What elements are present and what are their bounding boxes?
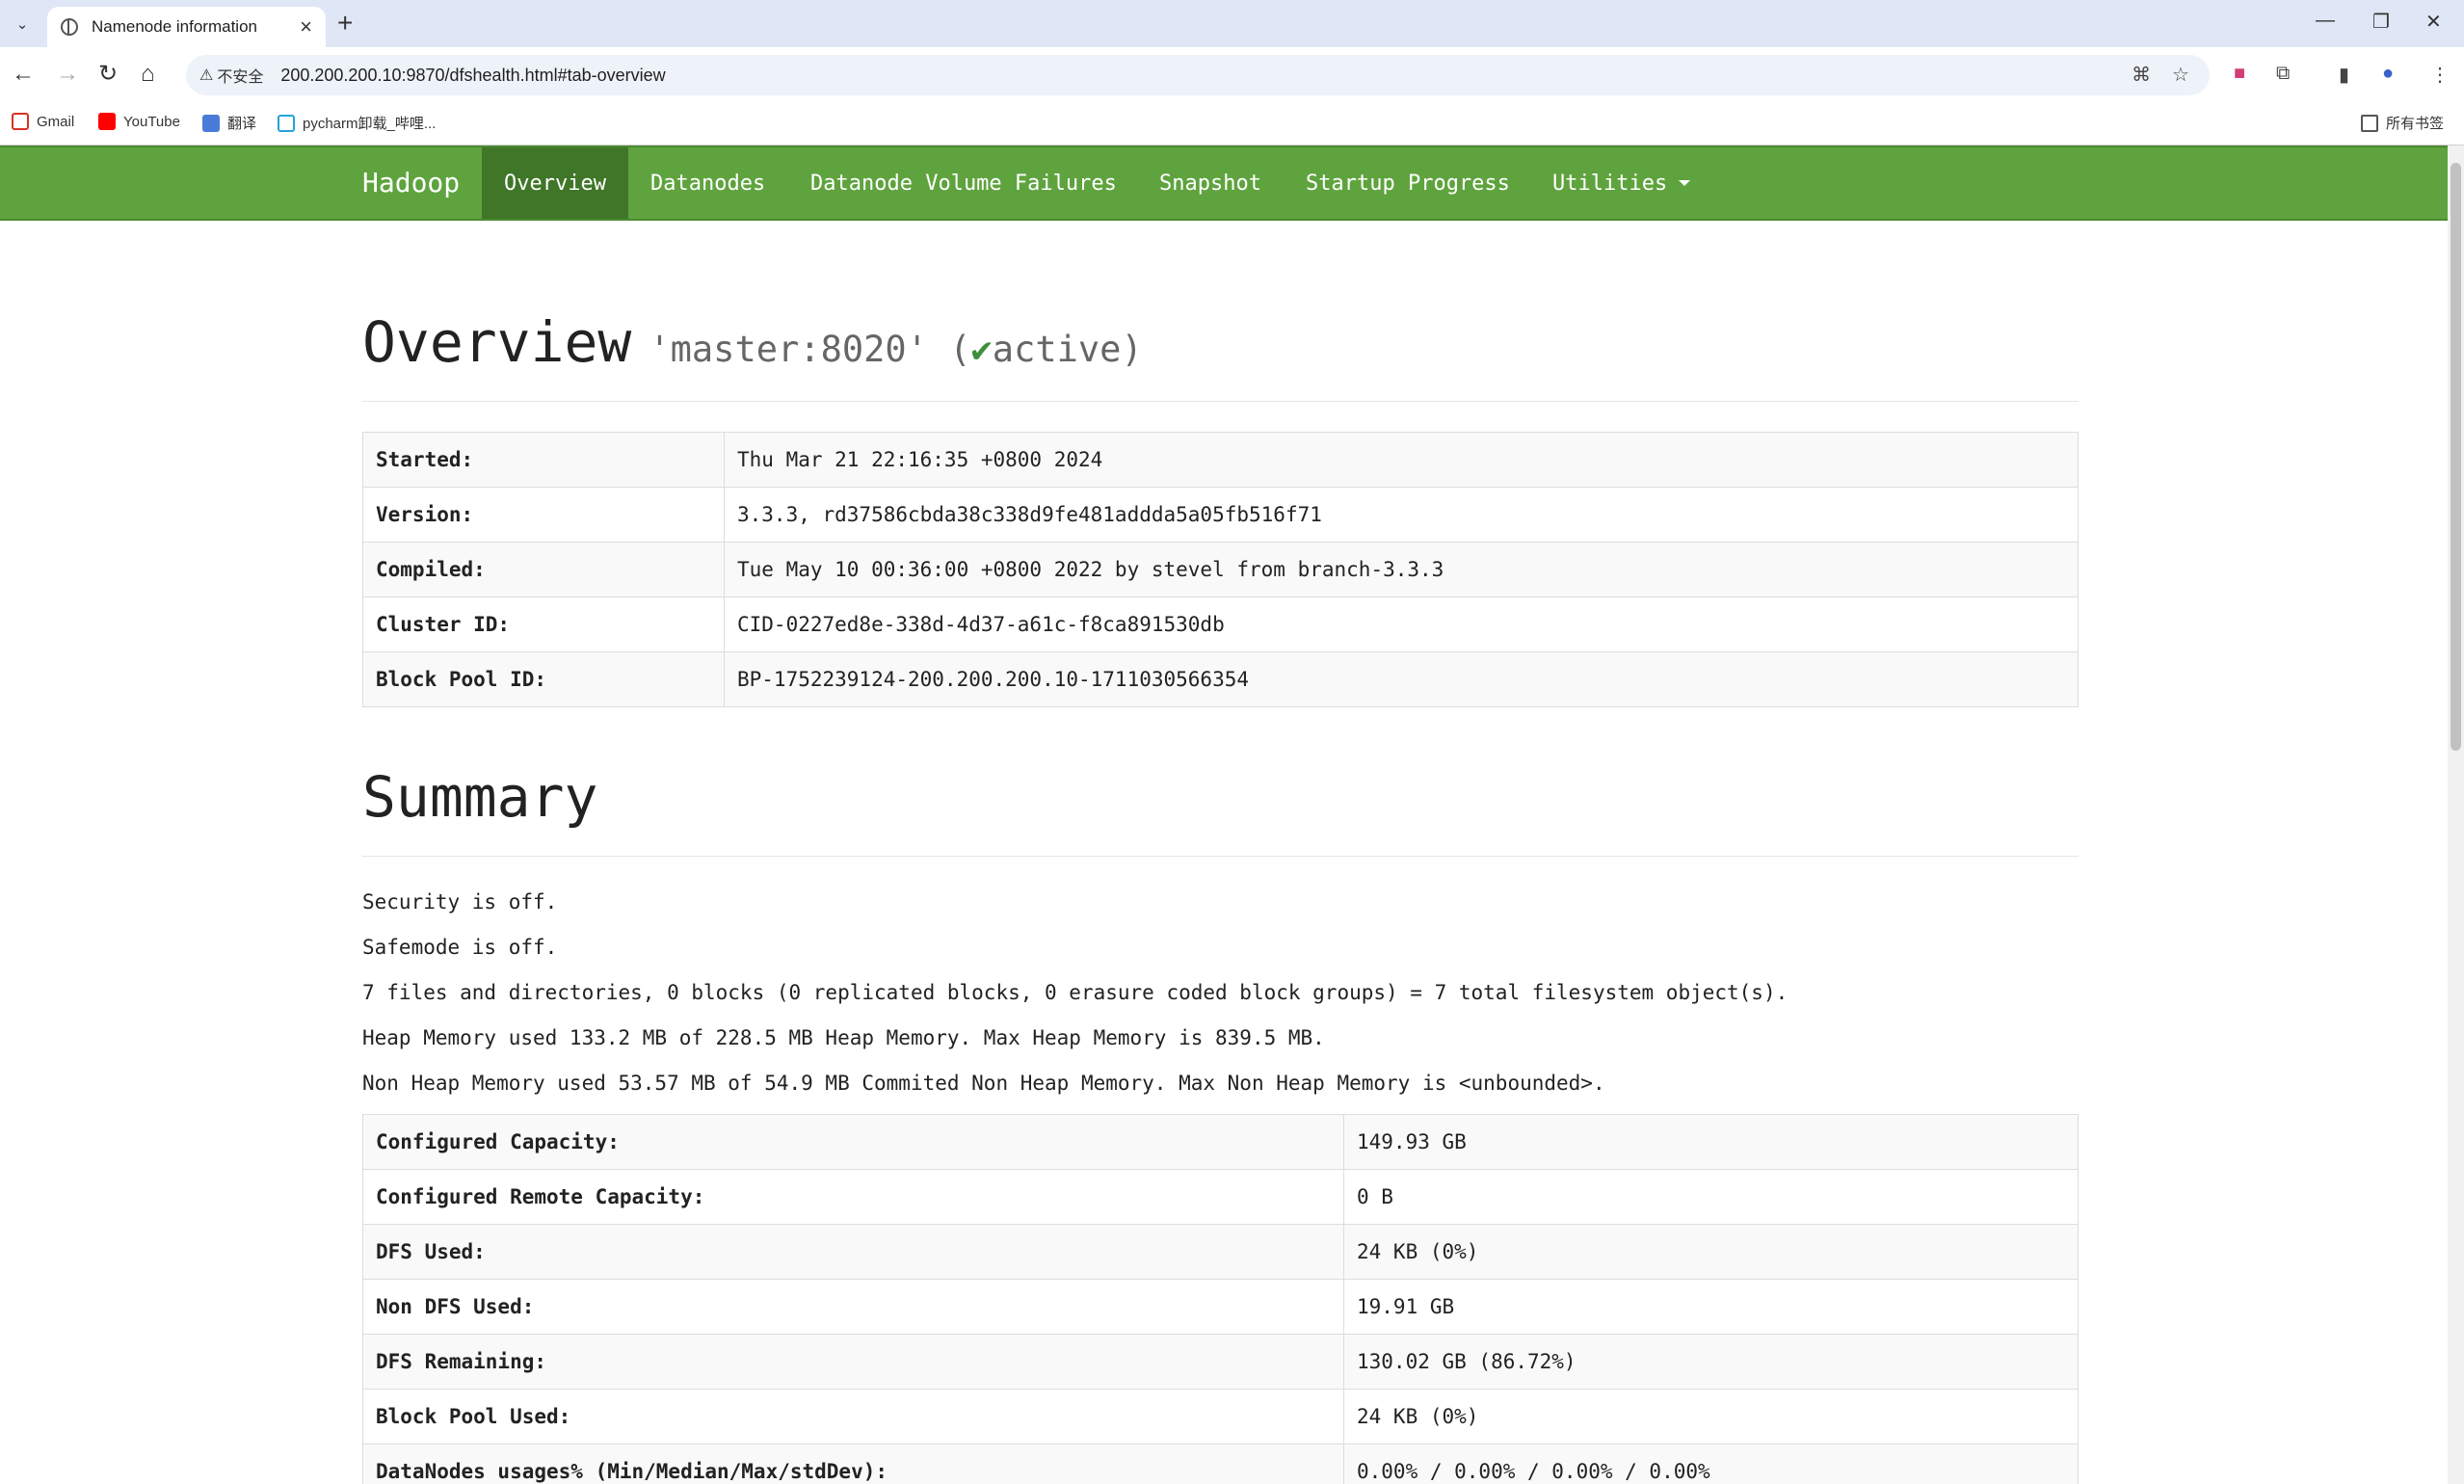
- translate-icon[interactable]: ⌘: [2132, 63, 2151, 87]
- overview-host: 'master:8020' (✔active): [649, 329, 1143, 370]
- bookmark-pycharm[interactable]: pycharm卸载_哔哩...: [278, 113, 436, 133]
- warning-triangle-icon[interactable]: ⚠: [199, 66, 213, 85]
- table-row: Version: 3.3.3, rd37586cbda38c338d9fe481a…: [362, 487, 2079, 543]
- bookmark-gmail[interactable]: Gmail: [12, 113, 74, 130]
- scrollbar-thumb[interactable]: [2451, 163, 2461, 751]
- nav-utilities[interactable]: Utilities: [1530, 147, 1712, 219]
- reload-icon[interactable]: ↻: [98, 61, 118, 88]
- back-arrow-icon[interactable]: ←: [12, 61, 35, 88]
- table-row: Configured Remote Capacity: 0 B: [362, 1169, 2079, 1225]
- bilibili-icon: [278, 114, 295, 132]
- hadoop-navbar: Hadoop Overview Datanodes Datanode Volum…: [0, 146, 2448, 221]
- globe-icon: [61, 18, 78, 36]
- all-bookmarks[interactable]: 所有书签: [2361, 113, 2444, 133]
- nav-datanodes[interactable]: Datanodes: [628, 147, 787, 219]
- browser-toolbar: ← → ↻ ⌂ ⚠ 不安全 200.200.200.10:9870/dfshea…: [0, 47, 2464, 103]
- bookmark-translate[interactable]: 翻译: [202, 113, 256, 133]
- browser-tabstrip: ⌄ Namenode information × + — ❐ ✕: [0, 0, 2464, 47]
- profile-avatar-icon[interactable]: ●: [2382, 63, 2394, 85]
- menu-kebab-icon[interactable]: ⋮: [2430, 63, 2450, 87]
- minimize-icon[interactable]: —: [2316, 10, 2335, 32]
- page-viewport: Hadoop Overview Datanodes Datanode Volum…: [0, 146, 2448, 1484]
- table-row: DataNodes usages% (Min/Median/Max/stdDev…: [362, 1444, 2079, 1484]
- check-icon: ✔: [970, 329, 993, 370]
- heap-memory: Heap Memory used 133.2 MB of 228.5 MB He…: [362, 1026, 1325, 1049]
- browser-tab[interactable]: Namenode information ×: [47, 7, 326, 47]
- table-row: DFS Used: 24 KB (0%): [362, 1224, 2079, 1280]
- restore-icon[interactable]: ❐: [2372, 10, 2390, 34]
- page-scrollbar[interactable]: [2448, 146, 2464, 1484]
- youtube-icon: [98, 113, 116, 130]
- table-row: Cluster ID: CID-0227ed8e-338d-4d37-a61c-f…: [362, 596, 2079, 652]
- overview-table: Started: Thu Mar 21 22:16:35 +0800 2024 V…: [362, 432, 2079, 707]
- table-row: Non DFS Used: 19.91 GB: [362, 1279, 2079, 1335]
- translate-bookmark-icon: [202, 114, 220, 132]
- overview-divider: [362, 401, 2079, 402]
- tab-search-chevron-icon[interactable]: ⌄: [10, 12, 35, 37]
- caret-down-icon: [1679, 180, 1691, 186]
- table-row: Block Pool Used: 24 KB (0%): [362, 1389, 2079, 1444]
- overview-state: active): [992, 329, 1143, 370]
- new-tab-plus-icon[interactable]: +: [337, 10, 353, 37]
- overview-title: Overview: [362, 309, 632, 375]
- overview-heading: Overview 'master:8020' (✔active): [362, 309, 1143, 375]
- summary-heading: Summary: [362, 764, 598, 830]
- home-icon[interactable]: ⌂: [141, 61, 155, 88]
- table-row: DFS Remaining: 130.02 GB (86.72%): [362, 1334, 2079, 1390]
- filesystem-objects: 7 files and directories, 0 blocks (0 rep…: [362, 981, 1788, 1004]
- nav-startup-progress[interactable]: Startup Progress: [1284, 147, 1532, 219]
- nav-datanode-volume-failures[interactable]: Datanode Volume Failures: [788, 147, 1139, 219]
- nav-utilities-label: Utilities: [1552, 171, 1668, 196]
- tab-title: Namenode information: [92, 17, 257, 36]
- summary-divider: [362, 856, 2079, 857]
- url-text[interactable]: 200.200.200.10:9870/dfshealth.html#tab-o…: [280, 66, 665, 86]
- puzzle-icon[interactable]: ⧉: [2276, 63, 2290, 85]
- table-row: Started: Thu Mar 21 22:16:35 +0800 2024: [362, 432, 2079, 488]
- table-row: Block Pool ID: BP-1752239124-200.200.200.…: [362, 651, 2079, 707]
- security-label[interactable]: 不安全: [217, 64, 263, 87]
- bookmark-youtube[interactable]: YouTube: [98, 113, 180, 130]
- side-panel-icon[interactable]: ▮: [2339, 63, 2349, 87]
- safemode-status: Safemode is off.: [362, 936, 558, 959]
- table-row: Compiled: Tue May 10 00:36:00 +0800 2022 …: [362, 542, 2079, 597]
- nav-snapshot[interactable]: Snapshot: [1137, 147, 1284, 219]
- nav-overview[interactable]: Overview: [482, 147, 628, 219]
- window-close-icon[interactable]: ✕: [2425, 10, 2442, 34]
- non-heap-memory: Non Heap Memory used 53.57 MB of 54.9 MB…: [362, 1072, 1605, 1095]
- bookmark-star-icon[interactable]: ☆: [2172, 63, 2189, 87]
- tab-close-icon[interactable]: ×: [300, 16, 312, 38]
- gmail-icon: [12, 113, 29, 130]
- address-bar[interactable]: ⚠ 不安全 200.200.200.10:9870/dfshealth.html…: [186, 55, 2210, 95]
- security-status: Security is off.: [362, 890, 558, 914]
- table-row: Configured Capacity: 149.93 GB: [362, 1114, 2079, 1170]
- summary-table: Configured Capacity: 149.93 GB Configured…: [362, 1114, 2079, 1484]
- folder-icon: [2361, 114, 2378, 132]
- forward-arrow-icon[interactable]: →: [56, 61, 79, 88]
- navbar-brand[interactable]: Hadoop: [362, 167, 460, 199]
- bookmarks-bar: Gmail YouTube 翻译 pycharm卸载_哔哩... 所有书签: [0, 103, 2464, 146]
- extension-icon[interactable]: ■: [2234, 63, 2245, 85]
